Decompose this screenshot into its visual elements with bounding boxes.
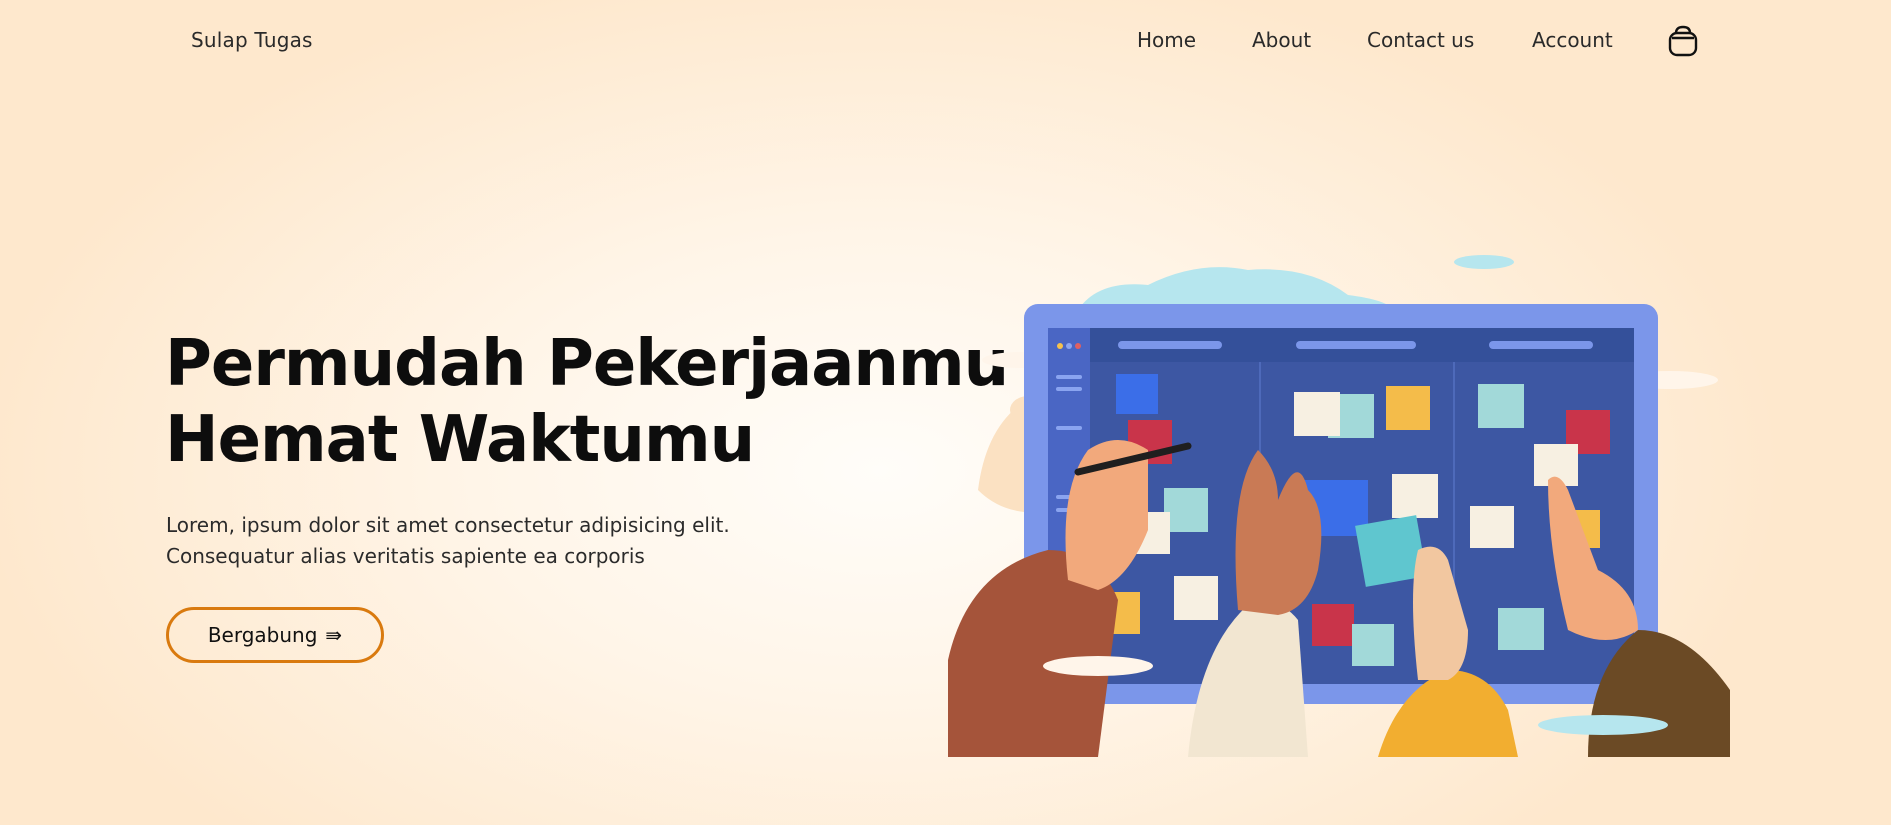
- top-navbar: Sulap Tugas Home About Contact us Accoun…: [0, 0, 1891, 82]
- join-button-label: Bergabung: [207, 623, 318, 647]
- hero-description: Lorem, ipsum dolor sit amet consectetur …: [166, 510, 730, 572]
- nav-about[interactable]: About: [1252, 28, 1311, 52]
- shopping-bag-icon[interactable]: [1666, 24, 1700, 58]
- nav-account[interactable]: Account: [1532, 28, 1613, 52]
- hero-title: Permudah Pekerjaanmu Hemat Waktumu: [165, 326, 1009, 478]
- nav-home[interactable]: Home: [1137, 28, 1196, 52]
- brand-name[interactable]: Sulap Tugas: [191, 28, 313, 52]
- arrow-right-icon: ⇛: [325, 623, 343, 647]
- hero-title-line2: Hemat Waktumu: [165, 403, 755, 477]
- hero-desc-line2: Consequatur alias veritatis sapiente ea …: [166, 544, 645, 568]
- join-button[interactable]: Bergabung ⇛: [166, 607, 384, 663]
- hero-desc-line1: Lorem, ipsum dolor sit amet consectetur …: [166, 513, 730, 537]
- hero-illustration: [948, 250, 1730, 757]
- hero-title-line1: Permudah Pekerjaanmu: [165, 327, 1009, 401]
- nav-contact[interactable]: Contact us: [1367, 28, 1474, 52]
